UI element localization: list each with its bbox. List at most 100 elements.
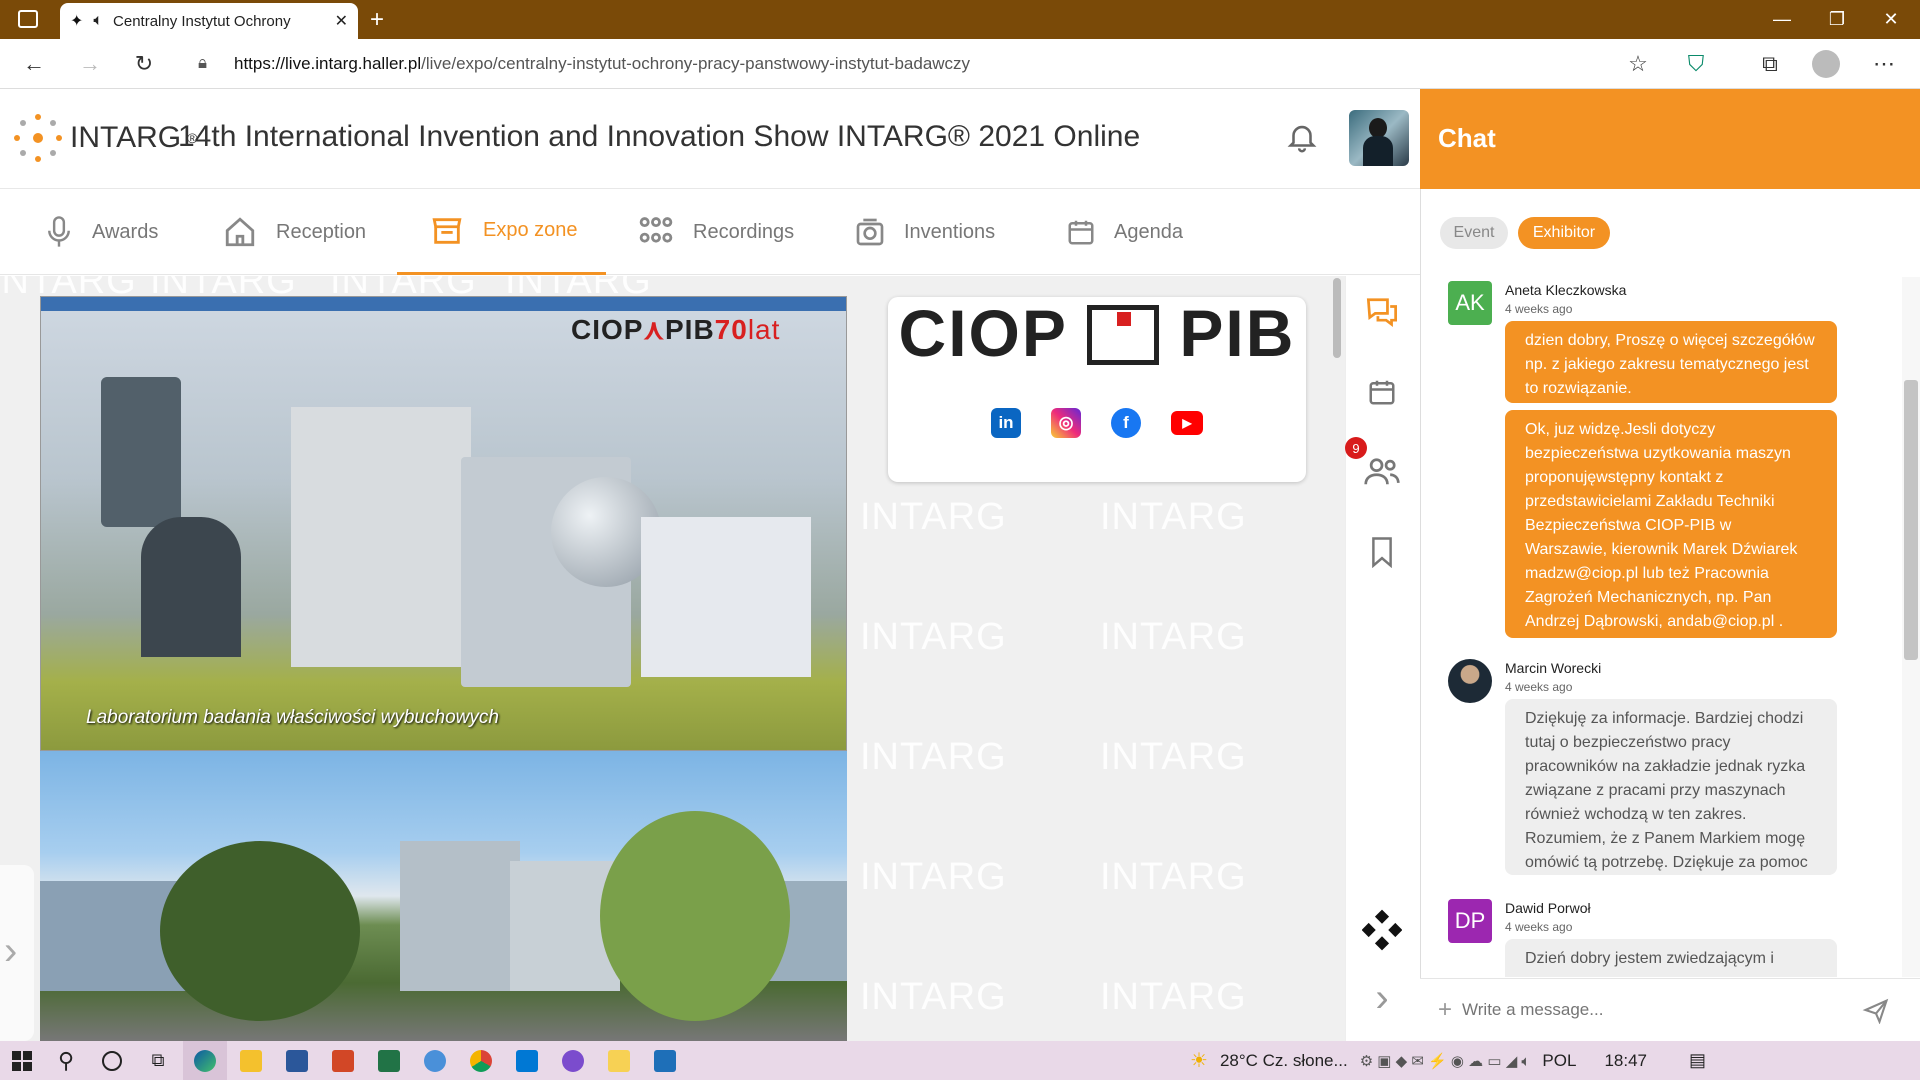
facebook-icon[interactable]: f: [1111, 408, 1141, 438]
attendees-icon[interactable]: [1362, 452, 1402, 492]
search-icon[interactable]: ⚲: [44, 1041, 88, 1080]
url-domain: https://live.intarg.haller.pl: [234, 54, 422, 73]
message-time: 4 weeks ago: [1505, 302, 1573, 316]
left-arrow-panel[interactable]: ›: [0, 865, 34, 1041]
forward-icon[interactable]: →: [74, 48, 106, 80]
send-icon[interactable]: [1862, 996, 1890, 1024]
powerpoint-icon[interactable]: [321, 1041, 365, 1080]
intarg-logo[interactable]: INTARG ®: [12, 112, 197, 164]
nav-expo-zone[interactable]: Expo zone: [397, 189, 606, 275]
edge-icon[interactable]: [183, 1041, 227, 1080]
intarg-logo-icon: [14, 114, 62, 162]
profile-icon[interactable]: [1812, 50, 1840, 78]
system-tray: ☀ 28°C Cz. słone... ⚙ ▣ ◆ ✉ ⚡ ◉ ☁ ▭ ◢ 🔈︎…: [1190, 1041, 1706, 1080]
outlook-icon[interactable]: [505, 1041, 549, 1080]
watermark: INTARG: [1100, 976, 1247, 1018]
back-icon[interactable]: ←: [18, 48, 50, 80]
message-input[interactable]: [1462, 1000, 1853, 1020]
app-icon[interactable]: [413, 1041, 457, 1080]
watermark: INTARG: [860, 856, 1007, 898]
close-tab-icon[interactable]: ✕: [335, 11, 348, 31]
watermark: INTARG: [1100, 856, 1247, 898]
nav-inventions[interactable]: Inventions: [854, 189, 995, 275]
cortana-icon[interactable]: [90, 1041, 134, 1080]
minimize-icon[interactable]: —: [1755, 0, 1809, 39]
weather-icon[interactable]: ☀: [1190, 1048, 1208, 1073]
people-grid-icon: [639, 217, 673, 243]
collections-icon[interactable]: ⧉: [1754, 48, 1786, 80]
avatar: AK: [1448, 281, 1492, 325]
nav-label: Inventions: [904, 220, 996, 243]
app-icon[interactable]: [551, 1041, 595, 1080]
tab-title: Centralny Instytut Ochrony: [113, 12, 291, 30]
nav-label: Expo zone: [483, 219, 578, 241]
chevron-left-icon[interactable]: ›: [4, 929, 17, 974]
chat-scrollbar-thumb[interactable]: [1904, 380, 1918, 660]
close-window-icon[interactable]: ✕: [1864, 0, 1918, 39]
sender-name: Dawid Porwoł: [1505, 900, 1591, 916]
watermark: INTARG: [1100, 736, 1247, 778]
message-time: 4 weeks ago: [1505, 920, 1573, 934]
weather-text[interactable]: 28°C Cz. słone...: [1220, 1051, 1348, 1071]
nav-label: Reception: [276, 220, 367, 243]
nav-agenda[interactable]: Agenda: [1066, 189, 1183, 275]
inventions-icon: [856, 218, 884, 246]
instagram-icon[interactable]: ◎: [1051, 408, 1081, 438]
linkedin-icon[interactable]: in: [991, 408, 1021, 438]
chat-tab-event[interactable]: Event: [1440, 217, 1508, 249]
nav-recordings[interactable]: Recordings: [637, 189, 794, 275]
task-view-icon[interactable]: ⧉: [136, 1041, 180, 1080]
word-icon[interactable]: [275, 1041, 319, 1080]
app-logo-icon[interactable]: [1362, 909, 1402, 951]
tab-actions-icon[interactable]: [18, 10, 38, 28]
watermark: INTARG: [860, 496, 1007, 538]
add-icon[interactable]: +: [1438, 996, 1452, 1024]
clock[interactable]: 18:47: [1604, 1051, 1647, 1071]
photos-icon[interactable]: [643, 1041, 687, 1080]
notification-bell-icon[interactable]: [1285, 120, 1319, 159]
favorite-star-icon[interactable]: ☆: [1622, 48, 1654, 80]
notifications-icon[interactable]: ▤: [1689, 1050, 1706, 1071]
bookmark-icon[interactable]: [1362, 532, 1402, 572]
lab-photo[interactable]: CIOP⋏PIB70lat: [40, 296, 847, 751]
chat-messages: AK Aneta Kleczkowska 4 weeks ago dzien d…: [1420, 277, 1902, 977]
notes-icon[interactable]: [597, 1041, 641, 1080]
expo-scrollbar[interactable]: [1333, 278, 1341, 358]
message-bubble: Dzień dobry jestem zwiedzającym i: [1505, 939, 1837, 977]
photo-caption: Laboratorium badania właściwości wybucho…: [86, 707, 499, 728]
browser-tab[interactable]: ✦ 🔈︎ Centralny Instytut Ochrony ✕: [60, 3, 358, 39]
ciop-text: CIOP: [898, 296, 1067, 370]
watermark: INTARG: [1100, 496, 1247, 538]
excel-icon[interactable]: [367, 1041, 411, 1080]
audio-icon[interactable]: 🔈︎: [93, 12, 103, 30]
chat-tab-exhibitor[interactable]: Exhibitor: [1518, 217, 1610, 249]
windows-start-icon[interactable]: [0, 1041, 44, 1080]
chevron-right-icon[interactable]: ›: [1362, 976, 1402, 1020]
chat-bubbles-icon[interactable]: [1362, 292, 1402, 332]
favicon-icon: ✦: [70, 13, 84, 30]
new-tab-icon[interactable]: +: [370, 6, 384, 34]
user-avatar[interactable]: [1349, 110, 1409, 166]
file-explorer-icon[interactable]: [229, 1041, 273, 1080]
restore-icon[interactable]: ❐: [1810, 0, 1864, 39]
chat-title: Chat: [1420, 89, 1920, 189]
attendees-badge: 9: [1345, 437, 1367, 459]
refresh-icon[interactable]: ↻: [128, 48, 160, 80]
language-indicator[interactable]: POL: [1542, 1051, 1576, 1071]
extension-icon[interactable]: ⛉: [1680, 48, 1712, 80]
nav-awards[interactable]: Awards: [44, 189, 158, 275]
calendar-icon[interactable]: [1362, 372, 1402, 412]
building-photo[interactable]: [40, 751, 847, 1041]
youtube-icon[interactable]: ▶: [1171, 411, 1203, 435]
tray-icons[interactable]: ⚙ ▣ ◆ ✉ ⚡ ◉ ☁ ▭ ◢ 🔈︎: [1360, 1052, 1531, 1070]
photo-logo-ciop: CIOP: [571, 314, 644, 345]
logo-text: INTARG: [70, 121, 182, 154]
event-title: 14th International Invention and Innovat…: [178, 120, 1141, 153]
url-field[interactable]: 🔒︎ https://live.intarg.haller.pl/live/ex…: [180, 47, 1635, 81]
chrome-icon[interactable]: [459, 1041, 503, 1080]
photo-logo-pib: PIB: [664, 314, 715, 345]
more-menu-icon[interactable]: ⋯: [1868, 48, 1900, 80]
watermark: INTARG: [860, 616, 1007, 658]
nav-reception[interactable]: Reception: [222, 189, 366, 275]
lock-icon[interactable]: 🔒︎: [198, 53, 207, 73]
